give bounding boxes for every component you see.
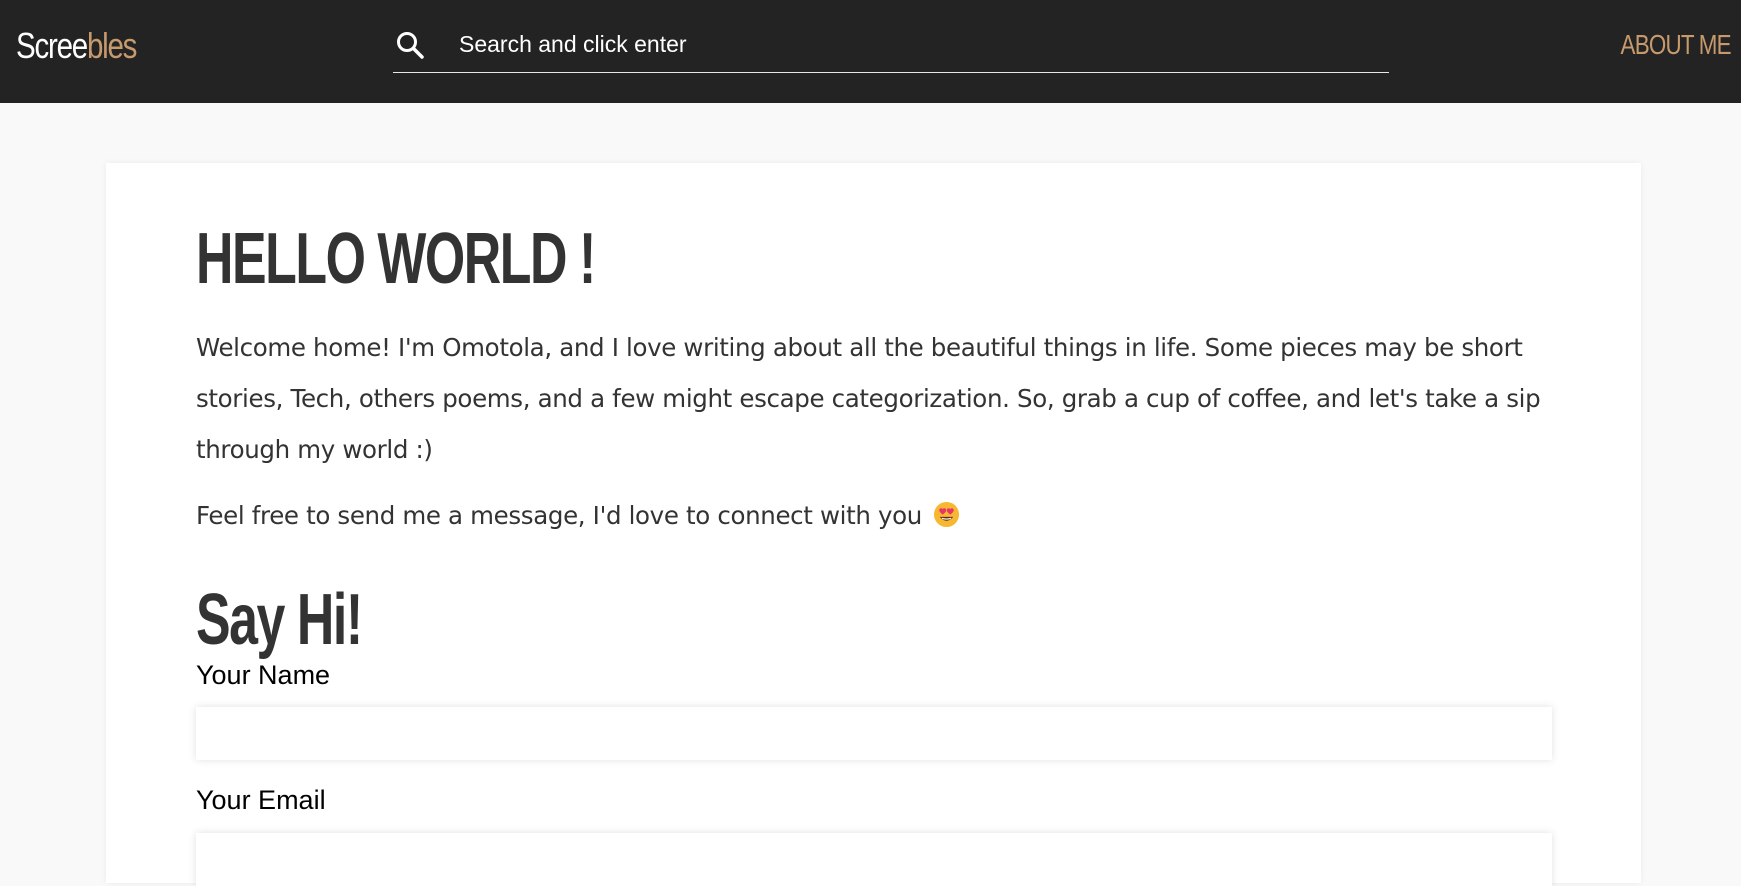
search-bar (393, 20, 1389, 73)
intro-paragraph: Welcome home! I'm Omotola, and I love wr… (196, 333, 1541, 464)
contact-heading: Say Hi! (196, 580, 363, 660)
name-input[interactable] (196, 707, 1552, 760)
site-logo[interactable]: Screebles (16, 24, 137, 68)
invite-text: Feel free to send me a message, I'd love… (196, 501, 922, 530)
search-input[interactable] (459, 26, 1359, 62)
search-icon[interactable] (395, 30, 425, 60)
page-title: HELLO WORLD ! (196, 219, 596, 299)
main-content-card: HELLO WORLD ! Welcome home! I'm Omotola,… (106, 163, 1641, 886)
logo-text-part1: Scree (16, 25, 88, 66)
top-navigation-bar: Screebles ABOUT ME (0, 0, 1741, 103)
about-me-link[interactable]: ABOUT ME (1621, 27, 1732, 63)
logo-text-part2: bles (86, 25, 137, 66)
invite-paragraph: Feel free to send me a message, I'd love… (196, 491, 960, 541)
name-label: Your Name (196, 660, 331, 690)
email-label: Your Email (196, 785, 326, 815)
smiling-face-with-heart-eyes-icon (934, 501, 960, 528)
email-input[interactable] (196, 833, 1552, 886)
